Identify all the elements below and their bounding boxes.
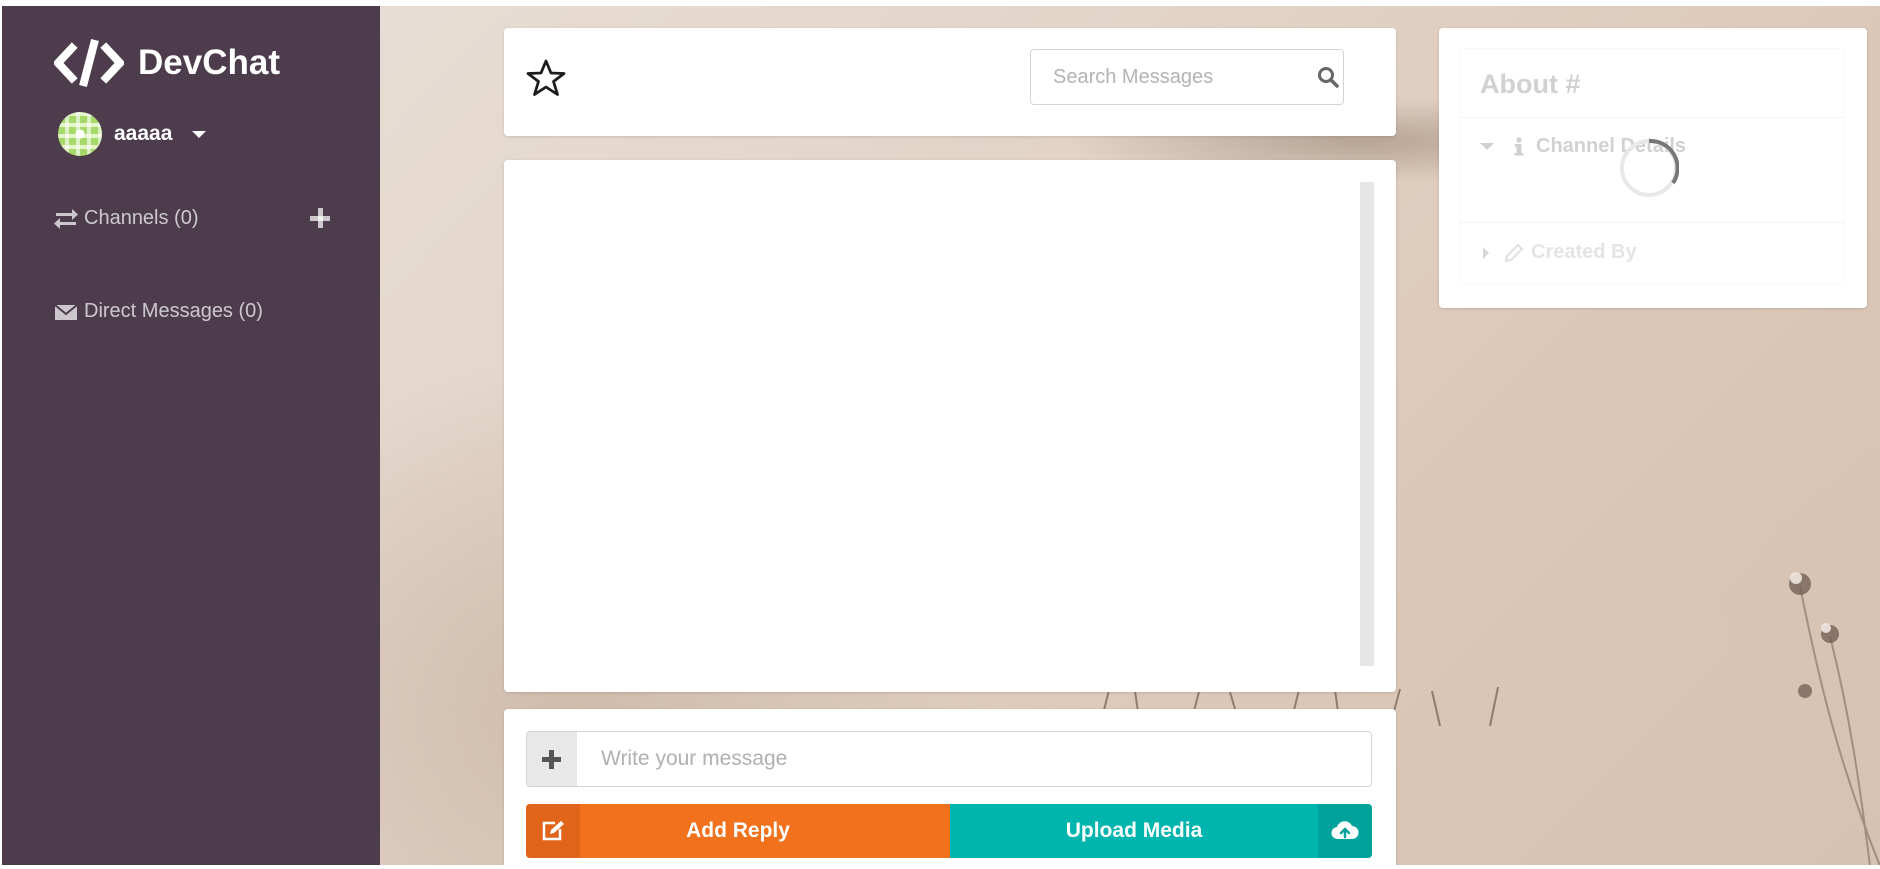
message-input[interactable]: [599, 746, 1371, 772]
divider: [1460, 117, 1844, 118]
divider: [1460, 222, 1844, 223]
info-icon: [1514, 136, 1524, 155]
app-window: DevChat aaaaa Channels (0) Direct Messag…: [2, 6, 1880, 865]
channels-header[interactable]: Channels (0): [54, 207, 199, 230]
about-title: About #: [1480, 69, 1581, 99]
loading-spinner-icon: [1620, 138, 1679, 197]
accordion-created-by[interactable]: Created By: [1480, 241, 1637, 264]
message-field: [526, 731, 1372, 787]
sidebar: DevChat aaaaa Channels (0) Direct Messag…: [2, 6, 380, 865]
message-form: Add Reply Upload Media: [504, 709, 1396, 865]
accordion-label: Created By: [1531, 241, 1637, 263]
code-icon: [54, 38, 124, 88]
user-menu[interactable]: aaaaa: [58, 112, 207, 156]
plant-decoration: [1789, 572, 1880, 865]
add-channel-button[interactable]: [308, 206, 332, 230]
add-emoji-button[interactable]: [527, 732, 577, 786]
messages-scrollbar[interactable]: [1360, 182, 1374, 666]
channels-label: Channels (0): [84, 207, 199, 229]
direct-messages-header[interactable]: Direct Messages (0): [54, 300, 263, 323]
search-input[interactable]: [1051, 64, 1305, 90]
avatar: [58, 112, 102, 156]
channel-meta-panel: About # Channel Details Created By: [1439, 28, 1867, 308]
cloud-upload-icon: [1318, 804, 1372, 858]
upload-media-button[interactable]: Upload Media: [950, 804, 1372, 858]
edit-icon: [526, 804, 580, 858]
envelope-icon: [54, 303, 78, 320]
username: aaaaa: [114, 122, 173, 145]
caret-down-icon: [1480, 143, 1494, 150]
app-logo[interactable]: DevChat: [54, 38, 280, 88]
search-icon[interactable]: [1317, 66, 1339, 88]
add-reply-button[interactable]: Add Reply: [526, 804, 950, 858]
messages-list: [504, 160, 1396, 692]
caret-right-icon: [1483, 246, 1489, 259]
upload-media-label: Upload Media: [1065, 819, 1203, 842]
chevron-down-icon: [192, 130, 207, 138]
exchange-icon: [54, 208, 78, 229]
direct-messages-label: Direct Messages (0): [84, 300, 263, 322]
app-name: DevChat: [138, 43, 280, 82]
add-reply-label: Add Reply: [686, 819, 790, 842]
pencil-icon: [1504, 243, 1524, 262]
star-outline-icon[interactable]: [526, 58, 566, 98]
search-box: [1030, 49, 1344, 105]
channel-header: [504, 28, 1396, 136]
